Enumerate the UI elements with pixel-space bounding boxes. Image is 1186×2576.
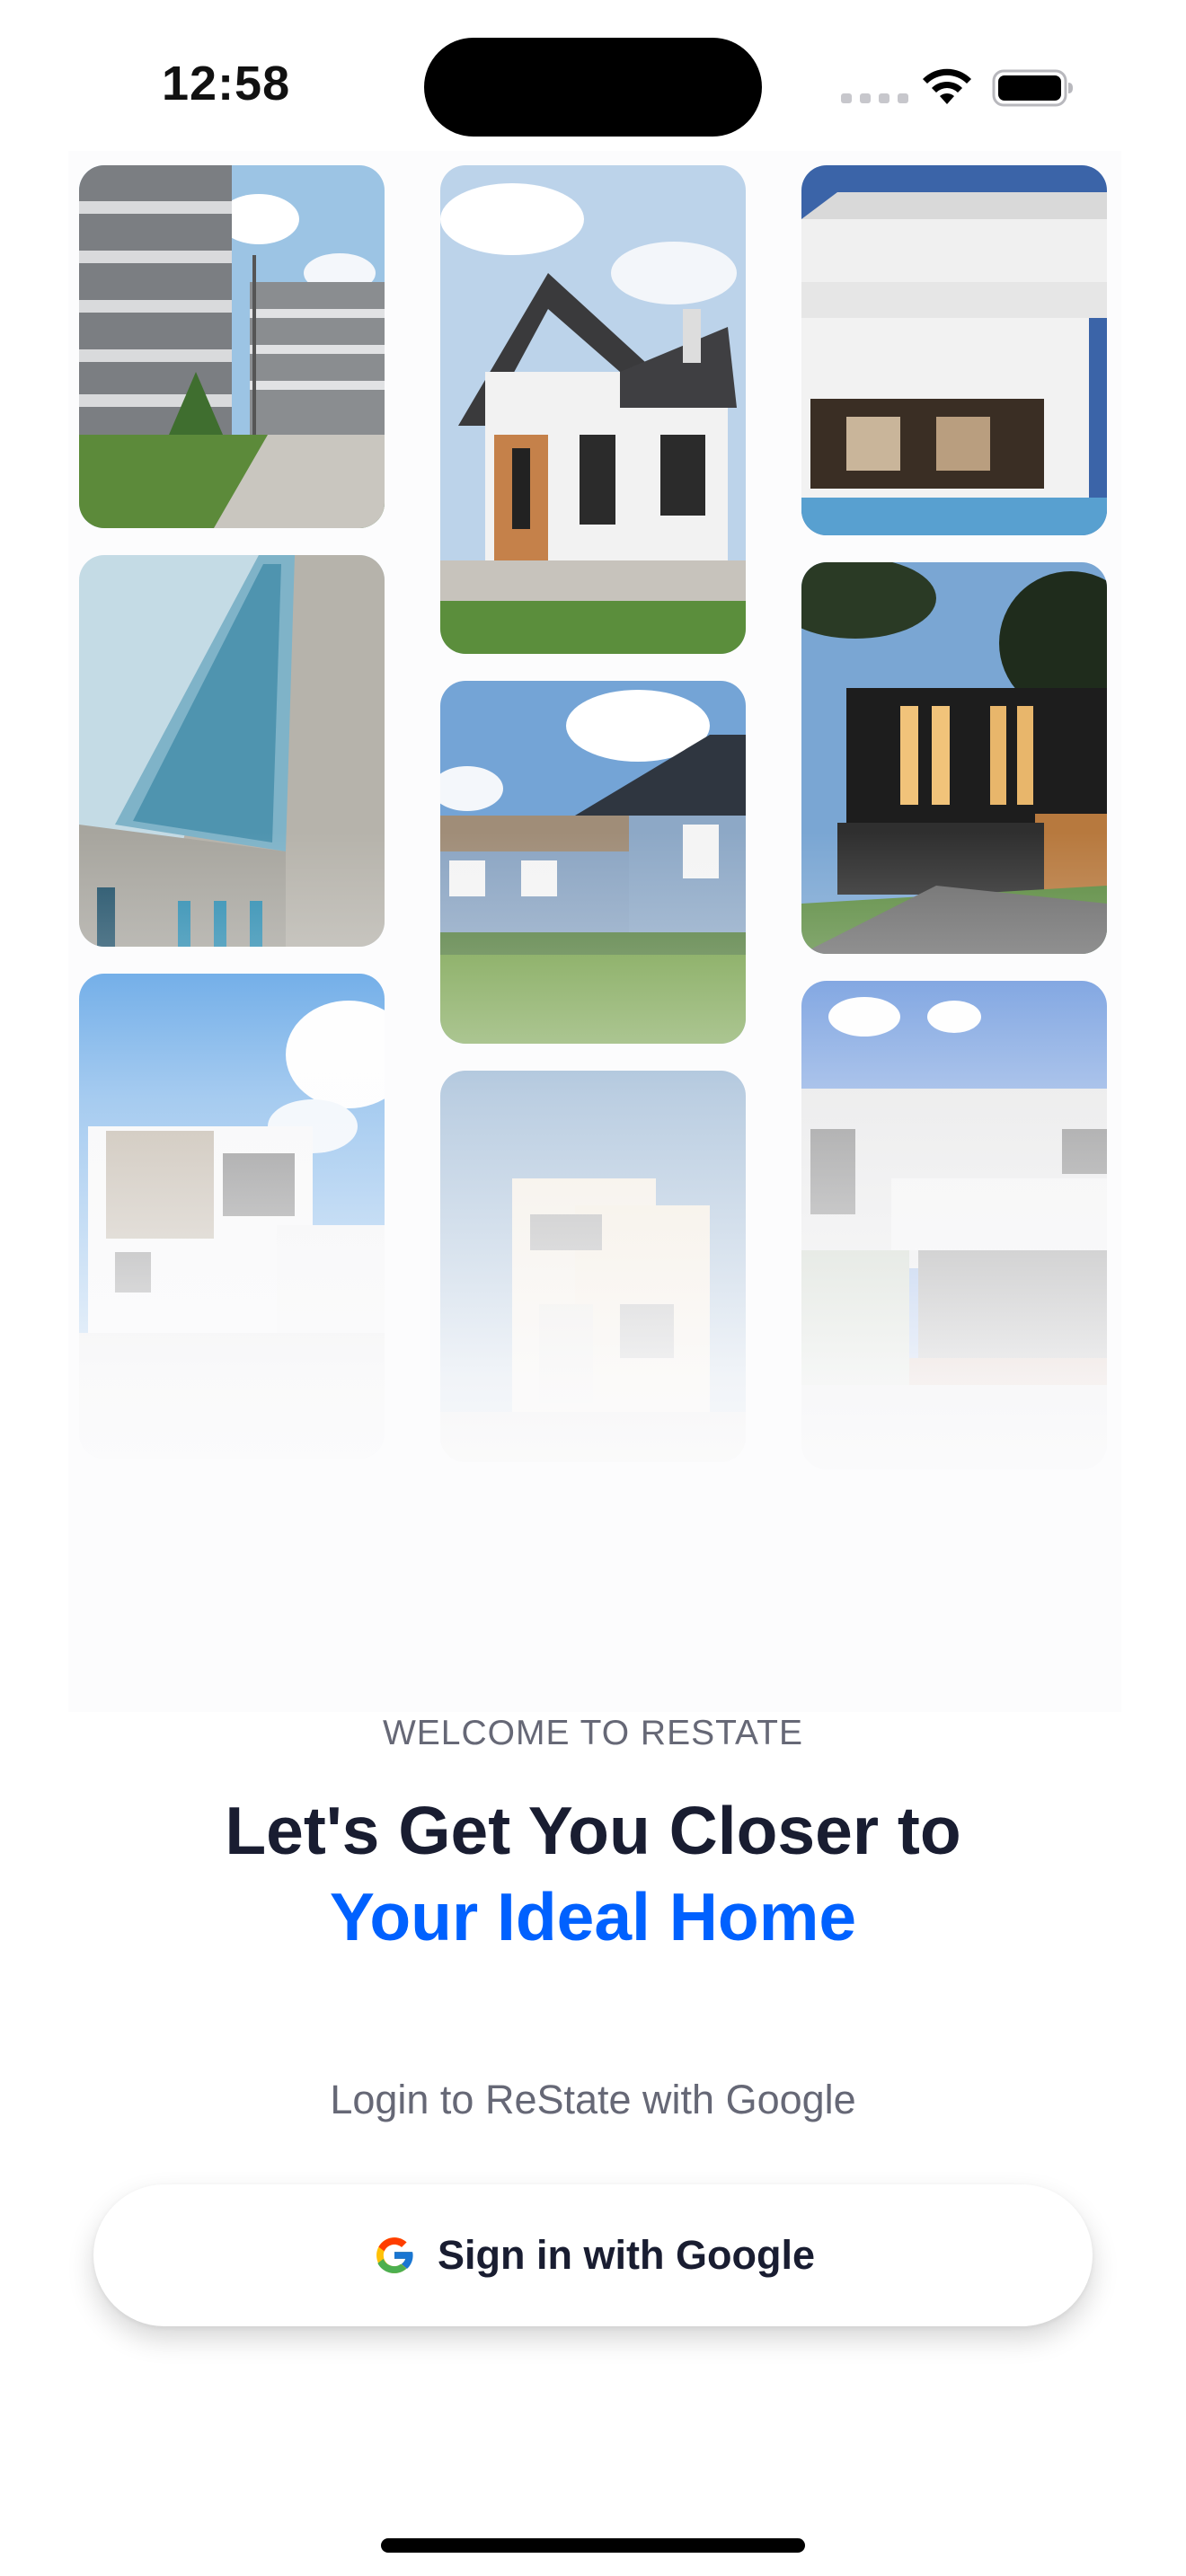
home-indicator <box>381 2538 805 2553</box>
white-glass-house-photo <box>801 981 1107 1469</box>
google-icon <box>376 2237 414 2273</box>
battery-icon <box>992 69 1073 107</box>
gallery-column-1 <box>79 165 385 1486</box>
google-sign-in-label: Sign in with Google <box>438 2232 815 2278</box>
white-brick-house-photo <box>79 974 385 1459</box>
headline-line-2-accent: Your Ideal Home <box>329 1879 857 1954</box>
login-subtitle: Login to ReState with Google <box>330 2077 856 2122</box>
google-sign-in-button[interactable]: Sign in with Google <box>93 2184 1093 2326</box>
dynamic-island <box>424 38 762 137</box>
white-villa-pool-photo <box>801 165 1107 535</box>
gallery-column-3 <box>801 165 1107 1496</box>
blue-wooden-house-photo <box>440 681 746 1044</box>
status-time: 12:58 <box>162 57 291 110</box>
welcome-headline: Let's Get You Closer to Your Ideal Home <box>0 1787 1186 1960</box>
dark-modern-house-photo <box>801 562 1107 954</box>
gallery-column-2 <box>440 165 746 1489</box>
wifi-icon <box>923 68 971 104</box>
cellular-signal-icon <box>841 93 908 103</box>
headline-line-1: Let's Get You Closer to <box>225 1793 961 1868</box>
cream-cube-house-photo <box>440 1071 746 1462</box>
apartment-complex-photo <box>79 165 385 528</box>
property-photo-gallery <box>68 151 1121 1712</box>
gabled-white-house-photo <box>440 165 746 654</box>
modern-angular-building-photo <box>79 555 385 947</box>
welcome-eyebrow: WELCOME TO RESTATE <box>382 1714 803 1752</box>
